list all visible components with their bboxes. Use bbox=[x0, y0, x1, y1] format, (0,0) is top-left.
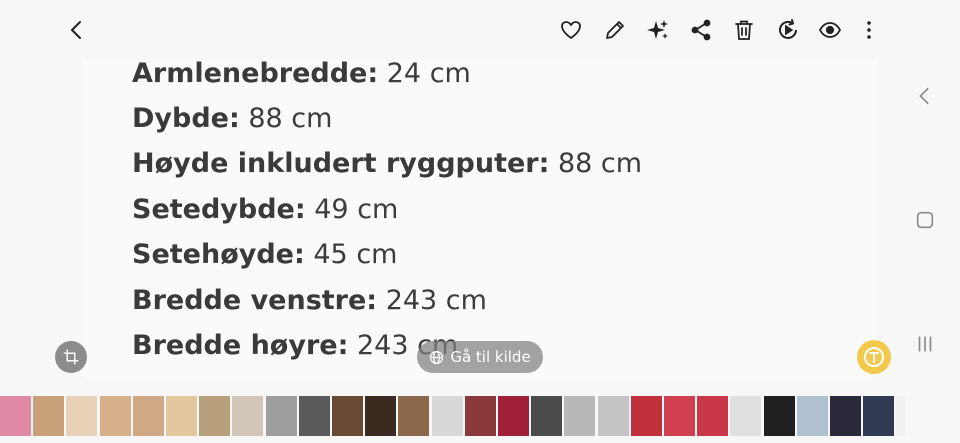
spec-value: 45 cm bbox=[304, 239, 398, 270]
thumbnail[interactable] bbox=[464, 396, 496, 436]
thumbnail-strip[interactable] bbox=[0, 396, 905, 436]
back-button[interactable] bbox=[63, 16, 91, 44]
thumbnail[interactable] bbox=[697, 396, 729, 436]
thumbnail[interactable] bbox=[365, 396, 397, 436]
thumbnail[interactable] bbox=[332, 396, 363, 436]
thumbnail[interactable] bbox=[630, 396, 662, 436]
thumbnail[interactable] bbox=[597, 396, 629, 436]
thumbnail[interactable] bbox=[166, 396, 197, 436]
thumbnail[interactable] bbox=[232, 396, 264, 436]
more-vertical-icon bbox=[867, 21, 871, 39]
system-home-button[interactable] bbox=[912, 207, 938, 233]
text-extract-icon bbox=[864, 347, 884, 367]
thumbnail[interactable] bbox=[99, 396, 131, 436]
thumbnail[interactable] bbox=[763, 396, 795, 436]
back-icon bbox=[919, 87, 929, 105]
trash-icon bbox=[735, 20, 753, 40]
thumbnail[interactable] bbox=[730, 396, 762, 436]
spec-value: 88 cm bbox=[549, 148, 643, 179]
thumbnail[interactable] bbox=[66, 396, 98, 436]
eye-icon bbox=[818, 22, 842, 38]
system-navigation bbox=[900, 60, 960, 443]
home-icon bbox=[916, 211, 934, 229]
thumbnail[interactable] bbox=[796, 396, 828, 436]
spec-width-left: Bredde venstre: 243 cm bbox=[132, 283, 487, 319]
go-to-source-label: Gå til kilde bbox=[450, 348, 531, 366]
text-extract-button[interactable] bbox=[857, 340, 891, 374]
globe-icon bbox=[430, 350, 444, 364]
pencil-icon bbox=[606, 21, 624, 39]
spec-label: Dybde: bbox=[132, 103, 240, 134]
favorite-button[interactable] bbox=[557, 16, 585, 44]
photo-viewer[interactable]: Armlenebredde: 24 cm Dybde: 88 cm Høyde … bbox=[82, 60, 878, 378]
thumbnail[interactable] bbox=[265, 396, 297, 436]
go-to-source-button[interactable]: Gå til kilde bbox=[417, 341, 543, 373]
spec-depth: Dybde: 88 cm bbox=[132, 101, 332, 137]
chevron-left-icon bbox=[71, 21, 81, 39]
spec-value: 243 cm bbox=[377, 285, 487, 316]
crop-button[interactable] bbox=[55, 341, 87, 373]
sparkle-icon bbox=[647, 20, 668, 39]
delete-button[interactable] bbox=[730, 16, 758, 44]
thumbnail[interactable] bbox=[830, 396, 861, 436]
spec-value: 24 cm bbox=[378, 60, 471, 89]
thumbnail[interactable] bbox=[664, 396, 695, 436]
top-toolbar bbox=[0, 0, 900, 60]
spec-label: Setehøyde: bbox=[132, 239, 305, 270]
spec-label: Høyde inkludert ryggputer: bbox=[132, 148, 550, 179]
thumbnail[interactable] bbox=[564, 396, 596, 436]
thumbnail[interactable] bbox=[0, 396, 31, 436]
thumbnail[interactable] bbox=[199, 396, 231, 436]
spec-height-incl-cushions: Høyde inkludert ryggputer: 88 cm bbox=[132, 146, 642, 182]
thumbnail[interactable] bbox=[132, 396, 164, 436]
system-recents-button[interactable] bbox=[912, 331, 938, 357]
crop-icon bbox=[63, 349, 79, 365]
view-button[interactable] bbox=[816, 16, 844, 44]
edit-button[interactable] bbox=[601, 16, 629, 44]
thumbnail[interactable] bbox=[431, 396, 463, 436]
more-button[interactable] bbox=[855, 16, 883, 44]
thumbnail[interactable] bbox=[863, 396, 895, 436]
share-icon bbox=[691, 19, 711, 41]
thumbnail[interactable] bbox=[531, 396, 563, 436]
spec-label: Bredde høyre: bbox=[132, 330, 349, 361]
ai-edit-button[interactable] bbox=[644, 16, 672, 44]
spec-label: Bredde venstre: bbox=[132, 285, 378, 316]
thumbnail[interactable] bbox=[298, 396, 330, 436]
spec-label: Setedybde: bbox=[132, 194, 306, 225]
recents-icon bbox=[918, 336, 932, 352]
thumbnail[interactable] bbox=[498, 396, 529, 436]
spec-label: Armlenebredde: bbox=[132, 60, 379, 89]
spec-seat-depth: Setedybde: 49 cm bbox=[132, 192, 398, 228]
heart-icon bbox=[561, 21, 581, 39]
system-back-button[interactable] bbox=[912, 83, 938, 109]
spec-value: 49 cm bbox=[305, 194, 399, 225]
share-button[interactable] bbox=[687, 16, 715, 44]
play-circle-icon bbox=[779, 19, 797, 39]
spec-armrest-width: Armlenebredde: 24 cm bbox=[132, 60, 471, 92]
thumbnail[interactable] bbox=[896, 396, 905, 436]
thumbnail[interactable] bbox=[33, 396, 65, 436]
spec-value: 88 cm bbox=[239, 103, 333, 134]
remaster-button[interactable] bbox=[774, 16, 802, 44]
thumbnail[interactable] bbox=[398, 396, 430, 436]
spec-seat-height: Setehøyde: 45 cm bbox=[132, 237, 397, 273]
spec-width-right: Bredde høyre: 243 cm bbox=[132, 328, 458, 364]
